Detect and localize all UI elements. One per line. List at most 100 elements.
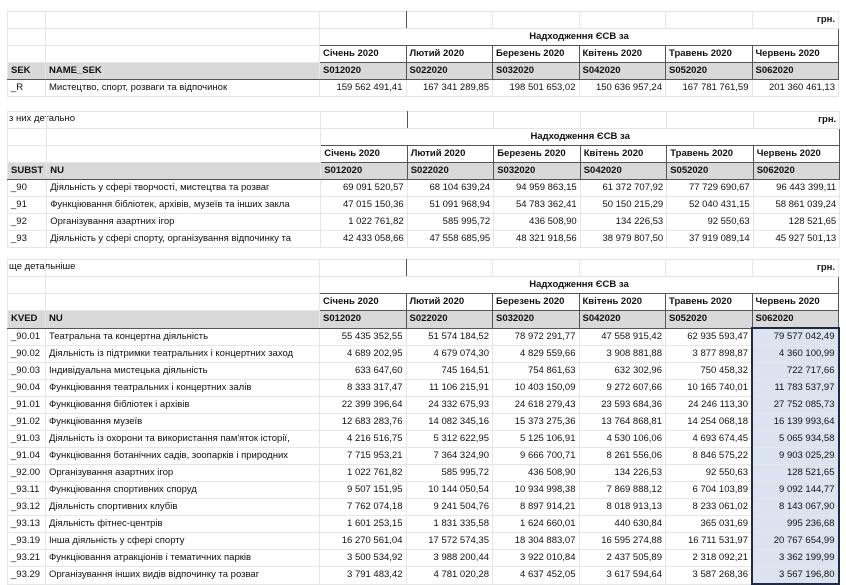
row-name[interactable]: Функціювання бібліотек і архівів [45, 396, 320, 414]
name-column-header[interactable]: NAME_SEK [45, 62, 320, 80]
value-cell[interactable]: 8 897 914,21 [492, 498, 580, 516]
empty-cell[interactable] [7, 28, 46, 46]
value-cell[interactable]: 14 082 345,16 [405, 413, 493, 431]
period-code[interactable]: S042020 [579, 162, 668, 180]
value-cell[interactable]: 4 530 106,06 [578, 430, 666, 448]
value-cell[interactable]: 12 683 283,76 [319, 413, 407, 431]
value-cell[interactable]: 61 372 707,92 [579, 179, 668, 197]
value-cell[interactable]: 16 595 274,88 [578, 532, 666, 550]
unit-label[interactable]: грн. [751, 11, 839, 29]
value-cell[interactable]: 20 767 654,99 [751, 532, 840, 550]
period-code[interactable]: S022020 [405, 310, 493, 329]
empty-cell[interactable] [6, 145, 48, 163]
value-cell[interactable]: 24 246 113,30 [665, 396, 753, 414]
empty-cell[interactable] [45, 259, 320, 277]
row-code[interactable]: _91.04 [7, 447, 46, 465]
value-cell[interactable]: 62 935 593,47 [665, 327, 753, 346]
value-cell[interactable]: 47 558 915,42 [578, 327, 666, 346]
value-cell[interactable]: 42 433 058,66 [320, 230, 408, 248]
row-code[interactable]: _92.00 [7, 464, 46, 482]
value-cell[interactable]: 47 015 150,36 [320, 196, 408, 214]
value-cell[interactable]: 3 500 534,92 [319, 549, 407, 567]
value-cell[interactable]: 4 360 100,99 [751, 345, 840, 363]
value-cell[interactable]: 3 567 196,80 [751, 566, 840, 585]
value-cell[interactable]: 4 781 020,28 [405, 566, 493, 585]
value-cell[interactable]: 17 572 574,35 [405, 532, 493, 550]
row-name[interactable]: Організування азартних ігор [45, 464, 320, 482]
row-code[interactable]: _93 [6, 230, 48, 248]
value-cell[interactable]: 4 693 674,45 [665, 430, 753, 448]
value-cell[interactable]: 167 781 761,59 [665, 79, 753, 97]
value-cell[interactable]: 2 437 505,89 [578, 549, 666, 567]
value-cell[interactable]: 37 919 089,14 [666, 230, 754, 248]
period-code[interactable]: S022020 [406, 162, 495, 180]
value-cell[interactable]: 8 846 575,22 [665, 447, 753, 465]
row-name[interactable]: Функціювання бібліотек, архівів, музеїв … [46, 196, 322, 214]
row-code[interactable]: _91.01 [7, 396, 46, 414]
row-code[interactable]: _90.01 [7, 327, 46, 346]
value-cell[interactable]: 58 861 039,24 [752, 196, 841, 214]
row-code[interactable]: _90.03 [7, 362, 46, 380]
value-cell[interactable]: 8 143 067,90 [751, 498, 840, 516]
empty-cell[interactable] [319, 11, 407, 29]
row-code[interactable]: _93.11 [7, 481, 46, 499]
month-header[interactable]: Березень 2020 [493, 145, 581, 163]
empty-cell[interactable] [492, 11, 580, 29]
value-cell[interactable]: 8 233 061,02 [665, 498, 753, 516]
value-cell[interactable]: 9 092 144,77 [751, 481, 840, 499]
empty-cell[interactable] [46, 145, 322, 163]
row-code[interactable]: _91.02 [7, 413, 46, 431]
month-header[interactable]: Квітень 2020 [578, 45, 666, 63]
empty-cell[interactable] [320, 111, 408, 129]
value-cell[interactable]: 14 254 068,18 [665, 413, 753, 431]
month-header[interactable]: Березень 2020 [492, 45, 580, 63]
row-code[interactable]: _93.13 [7, 515, 46, 533]
period-code[interactable]: S032020 [492, 310, 580, 329]
value-cell[interactable]: 134 226,53 [579, 213, 668, 231]
value-cell[interactable]: 436 508,90 [492, 464, 580, 482]
value-cell[interactable]: 3 988 200,44 [405, 549, 493, 567]
value-cell[interactable]: 8 261 556,06 [578, 447, 666, 465]
row-code[interactable]: _90 [6, 179, 48, 197]
value-cell[interactable]: 55 435 352,55 [319, 327, 407, 346]
month-header[interactable]: Березень 2020 [492, 293, 580, 311]
period-code[interactable]: S062020 [751, 62, 839, 80]
value-cell[interactable]: 6 704 103,89 [665, 481, 753, 499]
value-cell[interactable]: 45 927 501,13 [752, 230, 841, 248]
month-header[interactable]: Травень 2020 [665, 45, 753, 63]
value-cell[interactable]: 2 318 092,21 [665, 549, 753, 567]
value-cell[interactable]: 7 715 953,21 [319, 447, 407, 465]
empty-cell[interactable] [6, 111, 48, 129]
empty-cell[interactable] [7, 293, 46, 311]
period-code[interactable]: S062020 [752, 162, 841, 180]
value-cell[interactable]: 436 508,90 [493, 213, 581, 231]
value-cell[interactable]: 3 617 594,64 [578, 566, 666, 585]
row-name[interactable]: Функціювання музеїв [45, 413, 320, 431]
period-code[interactable]: S042020 [578, 62, 666, 80]
month-header[interactable]: Травень 2020 [665, 293, 753, 311]
value-cell[interactable]: 54 783 362,41 [493, 196, 581, 214]
value-cell[interactable]: 167 341 289,85 [405, 79, 493, 97]
value-cell[interactable]: 16 711 531,97 [665, 532, 753, 550]
value-cell[interactable]: 1 022 761,82 [319, 464, 407, 482]
month-header[interactable]: Січень 2020 [319, 293, 407, 311]
value-cell[interactable]: 9 666 700,71 [492, 447, 580, 465]
row-name[interactable]: Діяльність у сфері спорту, організування… [46, 230, 322, 248]
row-name[interactable]: Діяльність у сфері творчості, мистецтва … [46, 179, 322, 197]
period-code[interactable]: S012020 [319, 310, 407, 329]
value-cell[interactable]: 3 877 898,87 [665, 345, 753, 363]
value-cell[interactable]: 632 302,96 [578, 362, 666, 380]
value-cell[interactable]: 7 869 888,12 [578, 481, 666, 499]
value-cell[interactable]: 51 574 184,52 [405, 327, 493, 346]
row-name[interactable]: Організування інших видів відпочинку та … [45, 566, 320, 585]
value-cell[interactable]: 3 791 483,42 [319, 566, 407, 585]
row-code[interactable]: _91 [6, 196, 48, 214]
value-cell[interactable]: 5 065 934,58 [751, 430, 840, 448]
value-cell[interactable]: 8 333 317,47 [319, 379, 407, 397]
value-cell[interactable]: 9 903 025,29 [751, 447, 840, 465]
month-header[interactable]: Червень 2020 [751, 45, 839, 63]
value-cell[interactable]: 5 125 106,91 [492, 430, 580, 448]
value-cell[interactable]: 4 829 559,66 [492, 345, 580, 363]
row-name[interactable]: Інша діяльність у сфері спорту [45, 532, 320, 550]
period-code[interactable]: S012020 [320, 162, 408, 180]
